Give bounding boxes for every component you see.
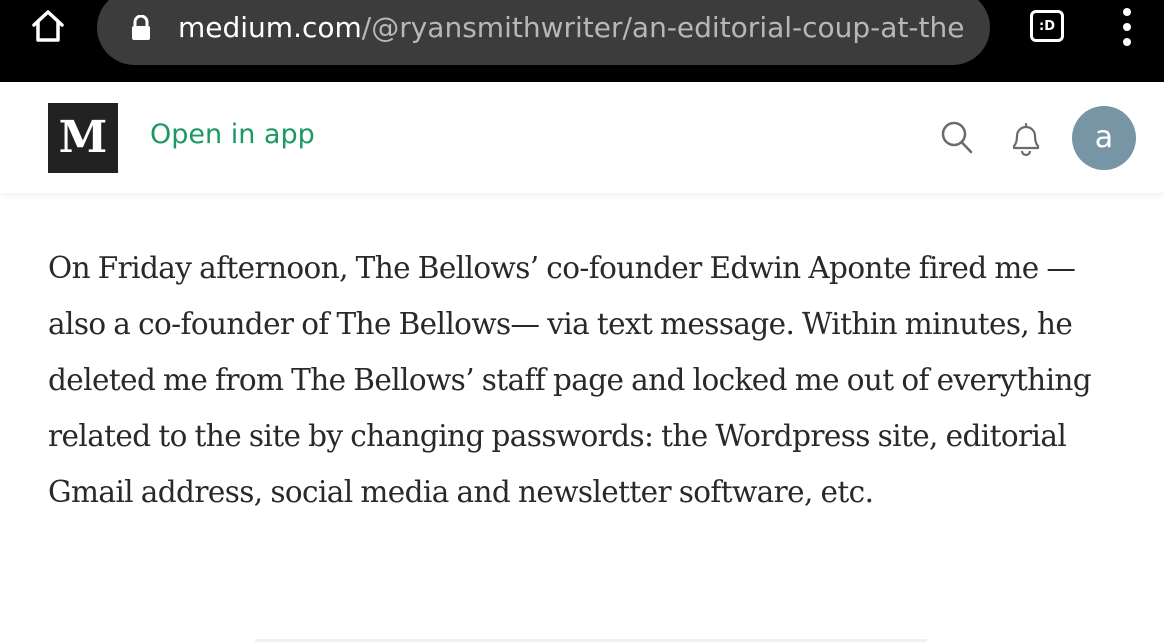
bell-icon bbox=[1008, 122, 1044, 162]
address-bar[interactable]: medium.com/@ryansmithwriter/an-editorial… bbox=[97, 0, 990, 65]
url-path: /@ryansmithwriter/an-editorial-coup-at-t… bbox=[361, 10, 965, 44]
medium-logo[interactable]: M bbox=[48, 103, 118, 173]
article-paragraph: On Friday afternoon, The Bellows’ co-fou… bbox=[48, 251, 1092, 509]
site-header: M Open in app a bbox=[0, 82, 1164, 193]
home-button[interactable] bbox=[22, 6, 74, 50]
browser-toolbar: medium.com/@ryansmithwriter/an-editorial… bbox=[0, 0, 1164, 82]
tab-switcher-button[interactable]: :D bbox=[1030, 10, 1064, 42]
search-button[interactable] bbox=[940, 120, 974, 156]
lock-icon bbox=[130, 14, 152, 41]
avatar[interactable]: a bbox=[1072, 106, 1136, 170]
notifications-button[interactable] bbox=[1008, 118, 1044, 158]
url-host: medium.com bbox=[178, 10, 362, 44]
home-icon bbox=[30, 8, 66, 48]
more-vert-icon[interactable] bbox=[1115, 8, 1139, 46]
search-icon bbox=[940, 121, 974, 160]
open-in-app-link[interactable]: Open in app bbox=[150, 120, 315, 150]
url-text: medium.com/@ryansmithwriter/an-editorial… bbox=[178, 10, 965, 44]
